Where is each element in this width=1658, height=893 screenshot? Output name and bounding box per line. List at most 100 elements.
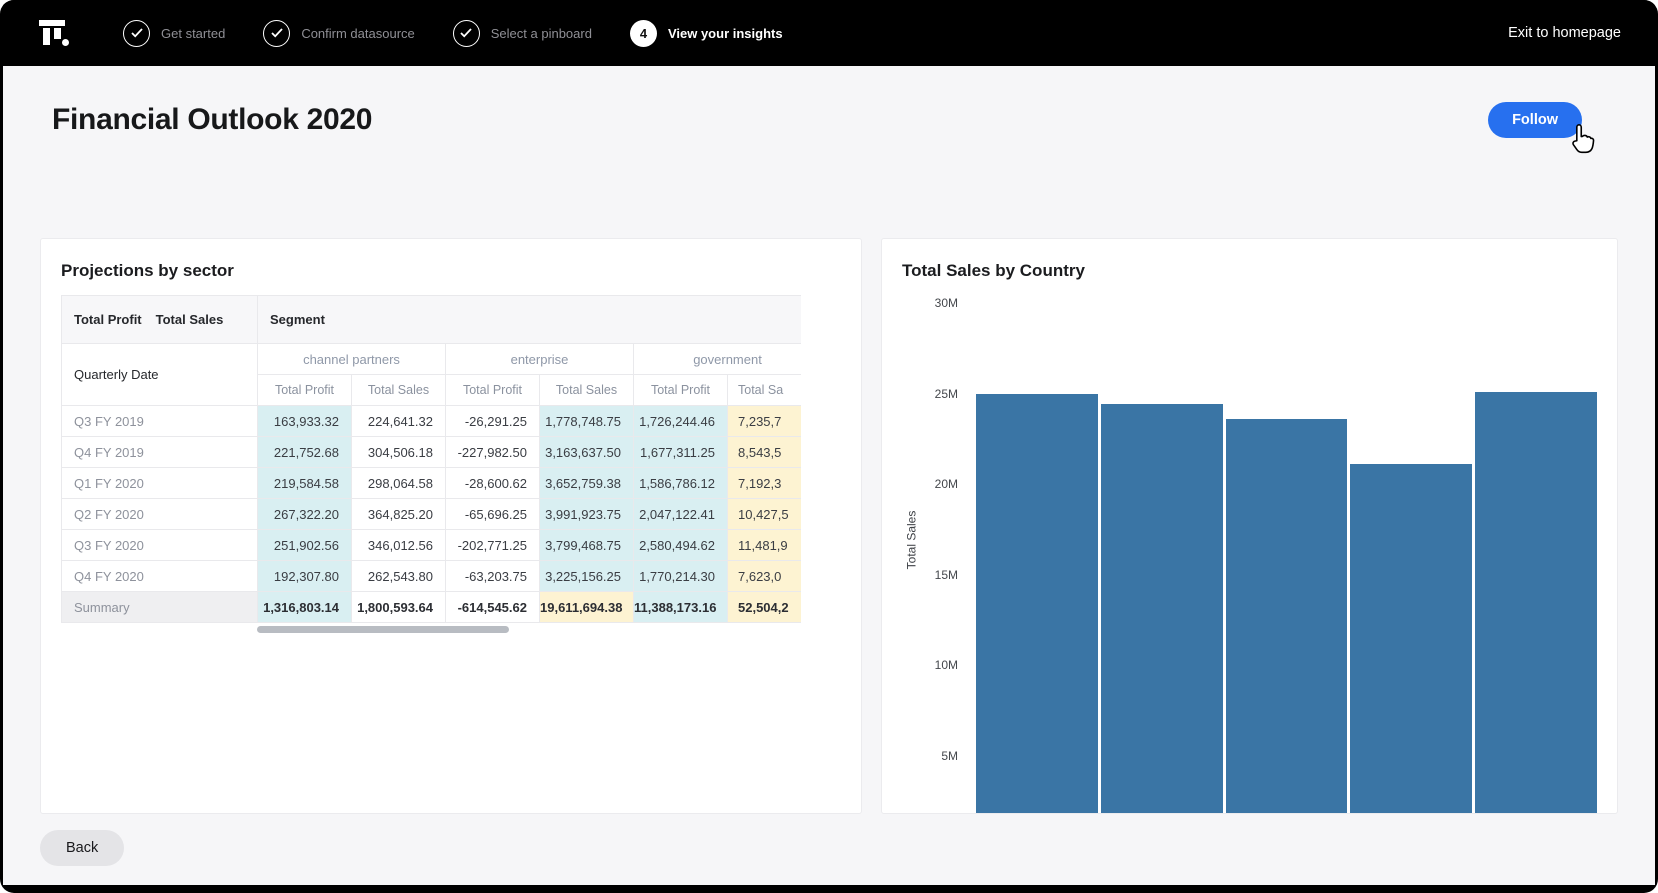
- back-button[interactable]: Back: [40, 830, 124, 866]
- chart-card-title: Total Sales by Country: [902, 261, 1597, 281]
- measure-subheader: Total Profit: [446, 375, 540, 406]
- table-cell: 7,623,0: [728, 561, 802, 592]
- step-number-badge: 4: [630, 20, 657, 47]
- y-tick-label: 10M: [935, 657, 958, 673]
- table-cell: -227,982.50: [446, 437, 540, 468]
- bar[interactable]: [1101, 404, 1223, 814]
- table-cell: -28,600.62: [446, 468, 540, 499]
- stepper: Get started Confirm datasource Select a pi…: [123, 20, 783, 47]
- table-cell: 262,543.80: [352, 561, 446, 592]
- bar[interactable]: [1226, 419, 1348, 814]
- table-cell: 3,163,637.50: [540, 437, 634, 468]
- bar-plot: [976, 295, 1597, 814]
- table-card-title: Projections by sector: [61, 261, 841, 281]
- y-tick-label: 20M: [935, 476, 958, 492]
- measure-subheader: Total Sa: [728, 375, 802, 406]
- table-cell: 3,225,156.25: [540, 561, 634, 592]
- table-cell: 192,307.80: [258, 561, 352, 592]
- y-tick-label: 15M: [935, 567, 958, 583]
- page-header: Financial Outlook 2020 Follow: [52, 100, 1606, 140]
- step-3[interactable]: Select a pinboard: [453, 20, 592, 47]
- step-label: View your insights: [668, 26, 783, 41]
- table-cell: 346,012.56: [352, 530, 446, 561]
- table-row: Q1 FY 2020219,584.58298,064.58-28,600.62…: [62, 468, 802, 499]
- y-axis-title-text: Total Sales: [904, 511, 918, 570]
- horizontal-scrollbar[interactable]: [61, 626, 801, 633]
- table-card: Projections by sector Total ProfitTotal …: [40, 238, 862, 814]
- summary-cell: 11,388,173.16: [634, 592, 728, 623]
- segment-group-header: channel partners: [258, 344, 446, 375]
- table-cell: -63,203.75: [446, 561, 540, 592]
- row-label: Q4 FY 2019: [62, 437, 258, 468]
- segment-header: Segment: [258, 296, 802, 344]
- table-cell: 163,933.32: [258, 406, 352, 437]
- table-cell: 1,778,748.75: [540, 406, 634, 437]
- table-cell: -26,291.25: [446, 406, 540, 437]
- table-cell: 3,799,468.75: [540, 530, 634, 561]
- cards-row: Projections by sector Total ProfitTotal …: [40, 238, 1618, 814]
- summary-cell: 1,316,803.14: [258, 592, 352, 623]
- table-cell: 11,481,9: [728, 530, 802, 561]
- table-cell: 10,427,5: [728, 499, 802, 530]
- table-cell: 298,064.58: [352, 468, 446, 499]
- table-cell: 2,580,494.62: [634, 530, 728, 561]
- table-cell: 2,047,122.41: [634, 499, 728, 530]
- row-label: Q4 FY 2020: [62, 561, 258, 592]
- onboarding-topbar: Get started Confirm datasource Select a pi…: [3, 0, 1655, 66]
- y-tick-label: 5M: [941, 748, 958, 764]
- table-cell: 221,752.68: [258, 437, 352, 468]
- chart-card: Total Sales by Country Total Sales 30M 25…: [881, 238, 1618, 814]
- step-check-icon: [453, 20, 480, 47]
- table-cell: 8,543,5: [728, 437, 802, 468]
- row-label: Q3 FY 2020: [62, 530, 258, 561]
- measure-subheader: Total Sales: [540, 375, 634, 406]
- table-cell: 7,235,7: [728, 406, 802, 437]
- table-cell: 7,192,3: [728, 468, 802, 499]
- step-check-icon: [123, 20, 150, 47]
- segment-group-header: government: [634, 344, 802, 375]
- step-4[interactable]: 4 View your insights: [630, 20, 783, 47]
- measure-headers: Total ProfitTotal Sales: [62, 296, 258, 344]
- step-label: Select a pinboard: [491, 26, 592, 41]
- measure-subheader: Total Sales: [352, 375, 446, 406]
- y-axis-title: Total Sales: [902, 295, 920, 814]
- scrollbar-thumb[interactable]: [257, 626, 509, 633]
- summary-cell: 1,800,593.64: [352, 592, 446, 623]
- row-label: Q2 FY 2020: [62, 499, 258, 530]
- step-label: Get started: [161, 26, 225, 41]
- table-cell: 219,584.58: [258, 468, 352, 499]
- y-tick-label: 30M: [935, 295, 958, 311]
- table-row: Q4 FY 2019221,752.68304,506.18-227,982.5…: [62, 437, 802, 468]
- exit-to-homepage-link[interactable]: Exit to homepage: [1508, 25, 1621, 41]
- bar[interactable]: [1350, 464, 1472, 814]
- table-cell: 1,586,786.12: [634, 468, 728, 499]
- main-content: Financial Outlook 2020 Follow Projection…: [3, 66, 1655, 885]
- table-cell: -65,696.25: [446, 499, 540, 530]
- table-cell: 1,770,214.30: [634, 561, 728, 592]
- app-window: Get started Confirm datasource Select a pi…: [0, 0, 1658, 893]
- summary-cell: -614,545.62: [446, 592, 540, 623]
- y-axis-ticks: 30M 25M 20M 15M 10M 5M: [920, 295, 962, 814]
- row-label: Q1 FY 2020: [62, 468, 258, 499]
- follow-button[interactable]: Follow: [1488, 102, 1582, 138]
- follow-button-wrap: Follow: [1488, 102, 1582, 138]
- table-cell: 3,991,923.75: [540, 499, 634, 530]
- segment-group-header: enterprise: [446, 344, 634, 375]
- table-cell: 1,726,244.46: [634, 406, 728, 437]
- measure-subheader: Total Profit: [634, 375, 728, 406]
- y-tick-label: 25M: [935, 386, 958, 402]
- bar-chart: Total Sales 30M 25M 20M 15M 10M 5M: [902, 295, 1597, 814]
- table-cell: 304,506.18: [352, 437, 446, 468]
- bar[interactable]: [1475, 392, 1597, 814]
- table-row: Q3 FY 2020251,902.56346,012.56-202,771.2…: [62, 530, 802, 561]
- table-cell: -202,771.25: [446, 530, 540, 561]
- step-2[interactable]: Confirm datasource: [263, 20, 414, 47]
- step-check-icon: [263, 20, 290, 47]
- bar[interactable]: [976, 394, 1098, 815]
- step-1[interactable]: Get started: [123, 20, 225, 47]
- measure-subheader: Total Profit: [258, 375, 352, 406]
- step-label: Confirm datasource: [301, 26, 414, 41]
- table-cell: 1,677,311.25: [634, 437, 728, 468]
- row-label: Q3 FY 2019: [62, 406, 258, 437]
- thoughtspot-logo-icon[interactable]: [37, 15, 73, 51]
